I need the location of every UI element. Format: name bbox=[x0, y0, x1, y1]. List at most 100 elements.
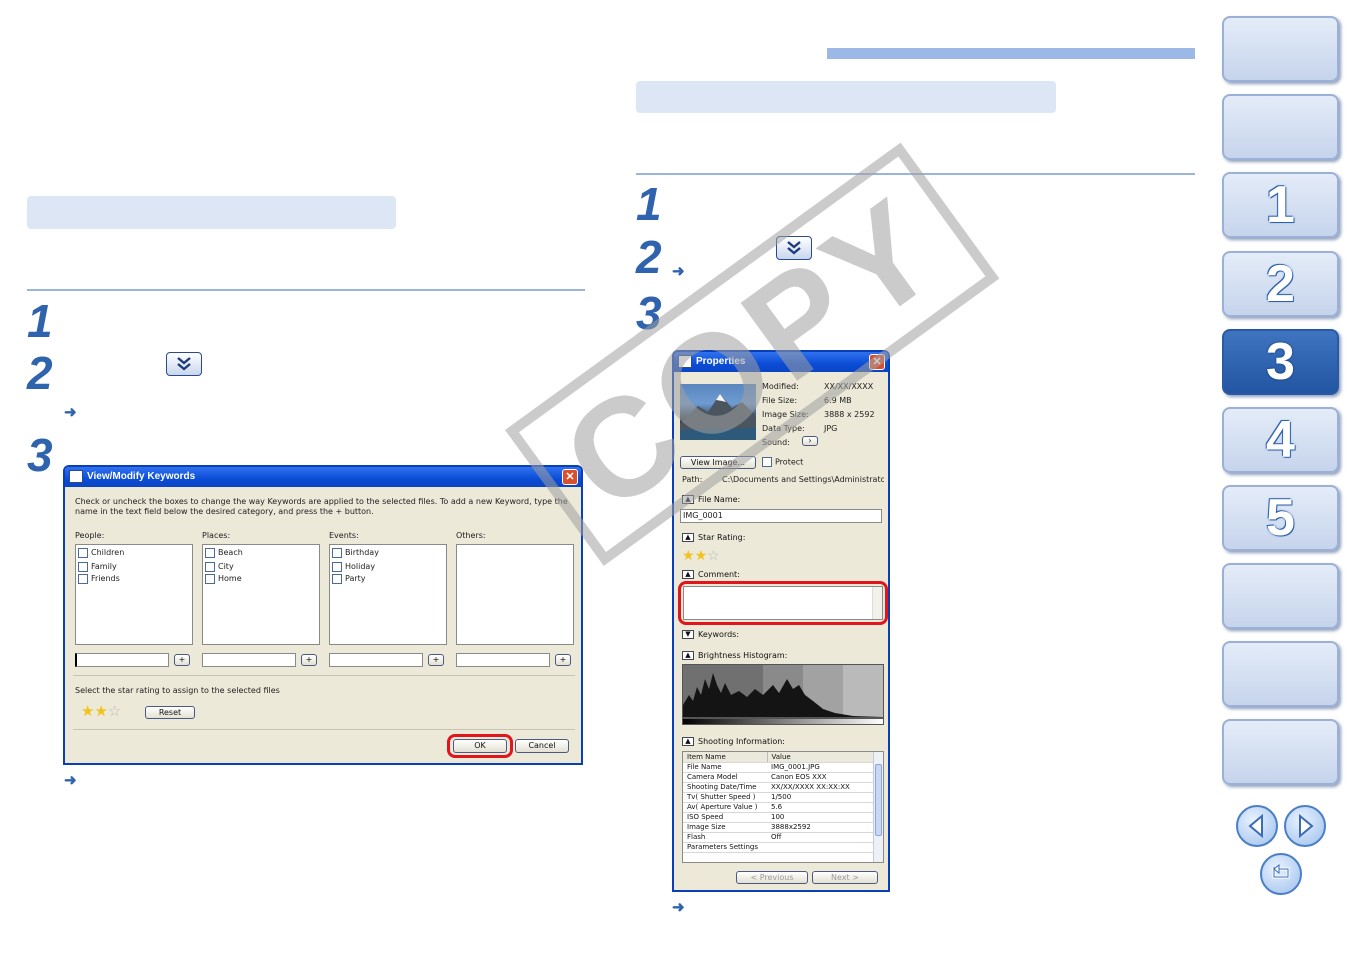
reset-button[interactable]: Reset bbox=[145, 706, 195, 719]
checkbox[interactable] bbox=[78, 547, 88, 558]
forward-button[interactable] bbox=[1284, 805, 1326, 847]
list-item[interactable]: Friends bbox=[76, 573, 192, 585]
star-icon[interactable]: ★ bbox=[695, 547, 708, 563]
checkbox[interactable] bbox=[205, 547, 215, 558]
list-item[interactable]: Family bbox=[76, 561, 192, 573]
new-keyword-input[interactable] bbox=[456, 653, 550, 667]
checkbox[interactable] bbox=[78, 561, 88, 572]
checkbox[interactable] bbox=[205, 573, 215, 584]
expand-icon[interactable]: ▼ bbox=[682, 630, 694, 639]
shooting-info-header[interactable]: ▲ Shooting Information: bbox=[682, 737, 785, 746]
table-row: File Name IMG_0001.JPG bbox=[683, 762, 873, 773]
keyword-list bbox=[456, 544, 574, 645]
table-cell: Tv( Shutter Speed ) bbox=[683, 792, 767, 803]
nav-tab-chapter-4[interactable]: 4 bbox=[1222, 407, 1339, 473]
add-keyword-button[interactable]: + bbox=[428, 654, 444, 666]
scrollbar-thumb[interactable] bbox=[875, 764, 882, 836]
divider bbox=[73, 729, 575, 730]
checkbox[interactable] bbox=[205, 561, 215, 572]
table-cell: ISO Speed bbox=[683, 812, 767, 823]
nav-tab-blank-1[interactable] bbox=[1222, 16, 1339, 82]
section-label: Star Rating: bbox=[698, 533, 746, 542]
back-arrow-icon bbox=[1248, 813, 1263, 839]
section-label: Keywords: bbox=[698, 630, 740, 639]
ok-button[interactable]: OK bbox=[453, 739, 507, 753]
list-item[interactable]: City bbox=[203, 561, 319, 573]
keyword-label: Home bbox=[218, 574, 242, 583]
checkbox[interactable] bbox=[332, 573, 342, 584]
star-rating[interactable]: ★★☆ bbox=[81, 703, 121, 721]
list-item[interactable]: Party bbox=[330, 573, 446, 585]
return-button[interactable] bbox=[1260, 853, 1302, 895]
scrollbar[interactable] bbox=[873, 752, 883, 862]
list-item[interactable]: Beach bbox=[203, 545, 319, 561]
nav-tab-chapter-2[interactable]: 2 bbox=[1222, 251, 1339, 317]
keyword-label: Birthday bbox=[345, 548, 379, 557]
back-button[interactable] bbox=[1236, 805, 1278, 847]
nav-tab-blank-5[interactable] bbox=[1222, 719, 1339, 785]
collapse-icon[interactable]: ▲ bbox=[682, 533, 694, 542]
add-keyword-button[interactable]: + bbox=[555, 654, 571, 666]
nav-tab-chapter-1[interactable]: 1 bbox=[1222, 172, 1339, 238]
star-rating[interactable]: ★★☆ bbox=[682, 547, 720, 565]
keywords-header[interactable]: ▼ Keywords: bbox=[682, 630, 739, 639]
divider bbox=[73, 675, 575, 676]
star-icon[interactable]: ☆ bbox=[108, 703, 121, 720]
list-item[interactable]: Holiday bbox=[330, 561, 446, 573]
scrollbar[interactable] bbox=[872, 587, 882, 619]
star-icon[interactable]: ★ bbox=[81, 703, 94, 720]
checkbox[interactable] bbox=[762, 457, 772, 467]
add-keyword-button[interactable]: + bbox=[301, 654, 317, 666]
previous-button[interactable]: < Previous bbox=[736, 871, 808, 884]
checkbox[interactable] bbox=[78, 573, 88, 584]
table-cell bbox=[767, 842, 873, 853]
collapse-icon[interactable]: ▲ bbox=[682, 651, 694, 660]
table-header-row: Item Name Value bbox=[683, 752, 873, 763]
keyword-label: Friends bbox=[91, 574, 120, 583]
star-icon[interactable]: ☆ bbox=[707, 547, 720, 563]
list-item[interactable]: Children bbox=[76, 545, 192, 561]
play-sound-button[interactable]: › bbox=[802, 436, 818, 446]
info-table: Item Name Value File Name IMG_0001.JPG Ca… bbox=[683, 752, 873, 853]
expand-down-icon bbox=[166, 352, 202, 376]
nav-tab-blank-2[interactable] bbox=[1222, 94, 1339, 160]
table-cell: Canon EOS XXX bbox=[767, 772, 873, 783]
comment-header[interactable]: ▲ Comment: bbox=[682, 570, 740, 579]
star-rating-header[interactable]: ▲ Star Rating: bbox=[682, 533, 745, 542]
table-cell: IMG_0001.JPG bbox=[767, 762, 873, 773]
histogram-header[interactable]: ▲ Brightness Histogram: bbox=[682, 651, 787, 660]
new-keyword-input[interactable] bbox=[202, 653, 296, 667]
collapse-icon[interactable]: ▲ bbox=[682, 737, 694, 746]
section-label: Shooting Information: bbox=[698, 737, 785, 746]
collapse-icon[interactable]: ▲ bbox=[682, 570, 694, 579]
nav-tab-chapter-5[interactable]: 5 bbox=[1222, 485, 1339, 551]
star-rating-prompt: Select the star rating to assign to the … bbox=[75, 686, 280, 695]
star-icon[interactable]: ★ bbox=[94, 703, 107, 720]
star-icon[interactable]: ★ bbox=[682, 547, 695, 563]
list-item[interactable]: Home bbox=[203, 573, 319, 585]
new-keyword-input[interactable] bbox=[329, 653, 423, 667]
keyword-list: Birthday Holiday Party bbox=[329, 544, 447, 645]
file-name-field[interactable]: IMG_0001 bbox=[680, 509, 882, 523]
column-header[interactable]: Value bbox=[767, 752, 873, 763]
table-row: Tv( Shutter Speed ) 1/500 bbox=[683, 792, 873, 803]
checkbox[interactable] bbox=[332, 561, 342, 572]
nav-tab-blank-3[interactable] bbox=[1222, 563, 1339, 629]
next-button[interactable]: Next > bbox=[812, 871, 878, 884]
table-row: Parameters Settings bbox=[683, 842, 873, 853]
comment-field[interactable] bbox=[683, 586, 883, 620]
section-label-box bbox=[27, 196, 396, 229]
checkbox[interactable] bbox=[332, 547, 342, 558]
add-keyword-button[interactable]: + bbox=[174, 654, 190, 666]
step-number: 3 bbox=[27, 429, 53, 481]
protect-checkbox[interactable]: Protect bbox=[762, 457, 803, 467]
section-label: Brightness Histogram: bbox=[698, 651, 788, 660]
list-item[interactable]: Birthday bbox=[330, 545, 446, 561]
table-cell: File Name bbox=[683, 762, 767, 773]
new-keyword-input[interactable] bbox=[75, 653, 169, 667]
nav-tab-chapter-3[interactable]: 3 bbox=[1222, 329, 1339, 395]
column-header[interactable]: Item Name bbox=[683, 752, 768, 763]
table-row: Flash Off bbox=[683, 832, 873, 843]
cancel-button[interactable]: Cancel bbox=[515, 739, 569, 753]
nav-tab-blank-4[interactable] bbox=[1222, 641, 1339, 707]
